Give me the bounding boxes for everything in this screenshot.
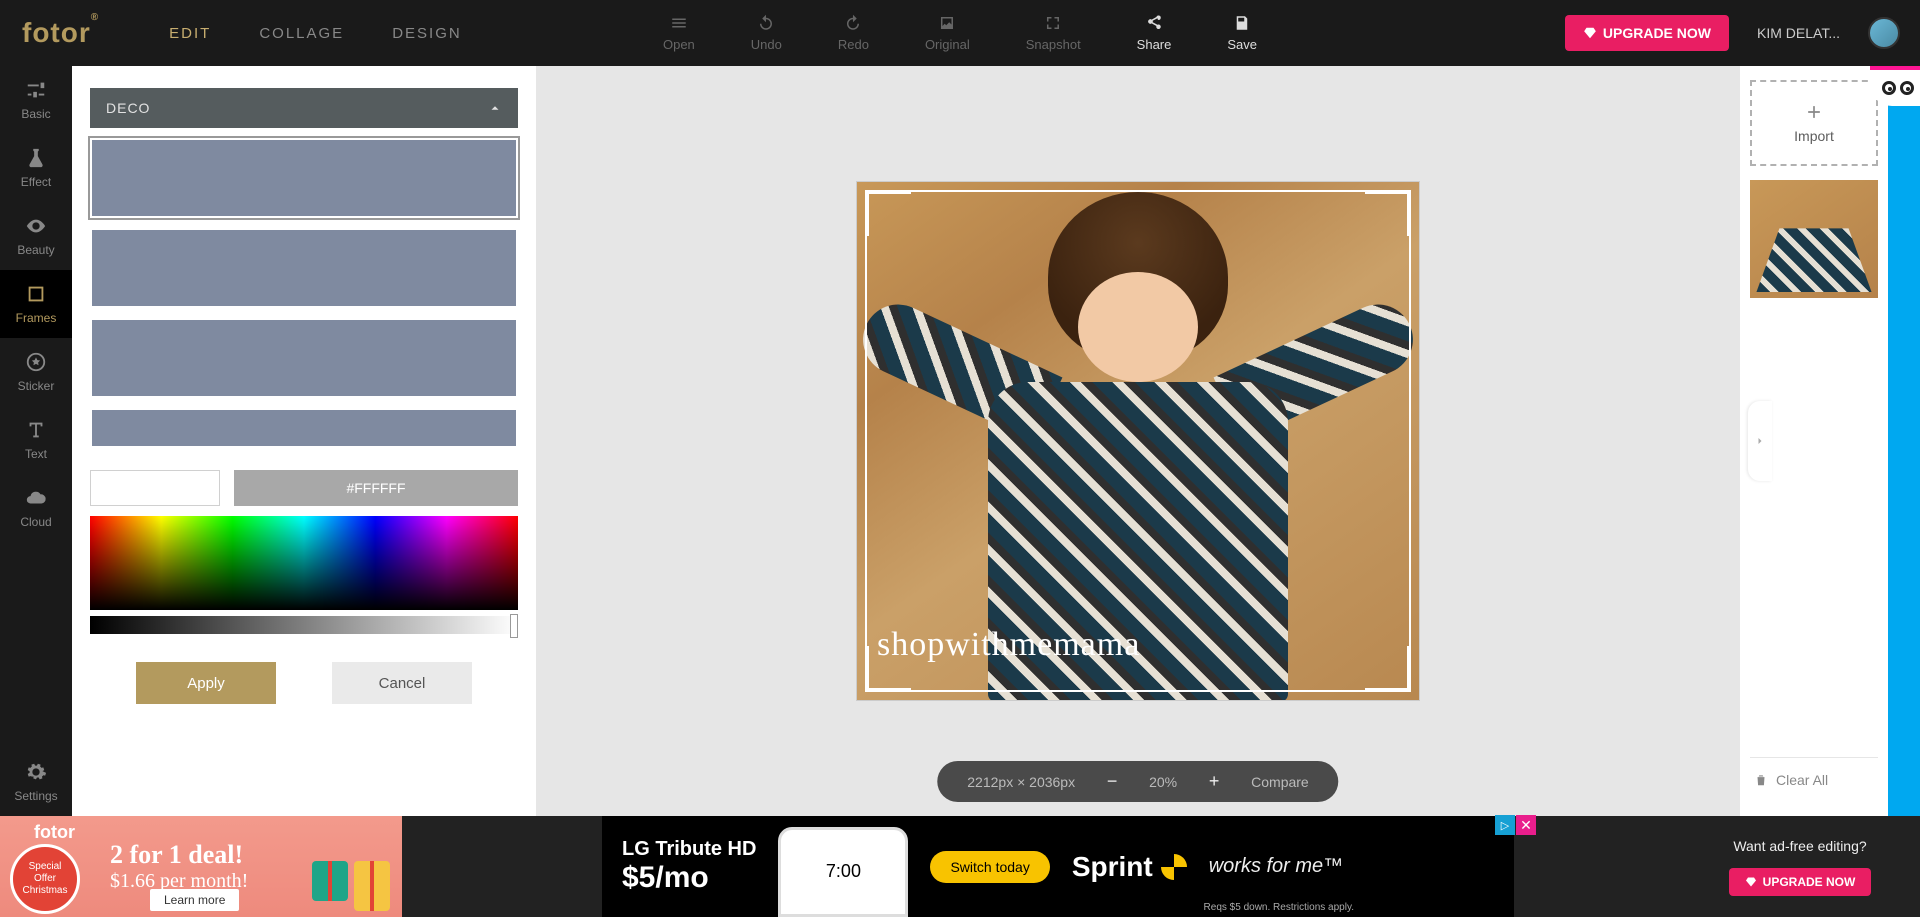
- options-panel: DECO #FFFFFF Apply Cancel: [72, 66, 536, 816]
- zoom-out-button[interactable]: −: [1103, 771, 1121, 792]
- frame-option-2[interactable]: [90, 228, 518, 308]
- frame-option-3[interactable]: [90, 318, 518, 398]
- chevron-up-icon: [488, 101, 502, 115]
- diamond-icon: [1745, 876, 1757, 888]
- hootsuite-extension-icon[interactable]: [1870, 66, 1920, 106]
- original-button[interactable]: Original: [917, 14, 978, 52]
- canvas-area: shopwithmemama 2212px × 2036px − 20% + C…: [536, 66, 1740, 816]
- ad-close-button[interactable]: ✕: [1516, 815, 1536, 835]
- flask-icon: [25, 147, 47, 169]
- username-label[interactable]: KIM DELAT...: [1757, 25, 1840, 41]
- rail-settings[interactable]: Settings: [0, 748, 72, 816]
- clear-all-button[interactable]: Clear All: [1750, 757, 1878, 802]
- frame-option-1[interactable]: [90, 138, 518, 218]
- upgrade-button[interactable]: UPGRADE NOW: [1565, 15, 1729, 51]
- learn-more-button[interactable]: Learn more: [150, 889, 239, 911]
- ad-brand: Sprint: [1072, 851, 1187, 883]
- brightness-slider[interactable]: [90, 616, 518, 634]
- canvas-image[interactable]: shopwithmemama: [857, 182, 1419, 700]
- save-icon: [1233, 14, 1251, 32]
- toolbar: Open Undo Redo Original Snapshot Share S…: [655, 14, 1265, 52]
- trash-icon: [1754, 773, 1768, 787]
- image-icon: [938, 14, 956, 32]
- mode-tabs: EDIT COLLAGE DESIGN: [169, 25, 462, 42]
- ad-phone-image: [778, 827, 908, 917]
- diamond-icon: [1583, 26, 1597, 40]
- gift-icons: [312, 861, 390, 911]
- cancel-button[interactable]: Cancel: [332, 662, 472, 704]
- promo-badge: SpecialOfferChristmas: [10, 844, 80, 914]
- ad-tagline: works for me™: [1209, 855, 1343, 878]
- color-swatch[interactable]: [90, 470, 220, 506]
- save-button[interactable]: Save: [1219, 14, 1265, 52]
- bottom-bar: fotor SpecialOfferChristmas 2 for 1 deal…: [0, 816, 1920, 917]
- snapshot-button[interactable]: Snapshot: [1018, 14, 1089, 52]
- rail-text[interactable]: Text: [0, 406, 72, 474]
- logo: fotor®: [22, 17, 99, 49]
- promo-logo: fotor: [34, 822, 75, 843]
- ad-switch-button[interactable]: Switch today: [930, 851, 1049, 883]
- collapse-right-panel[interactable]: [1748, 401, 1772, 481]
- category-header[interactable]: DECO: [90, 88, 518, 128]
- star-icon: [25, 351, 47, 373]
- watermark-text: shopwithmemama: [877, 626, 1140, 664]
- eye-icon: [25, 215, 47, 237]
- cloud-icon: [25, 487, 47, 509]
- undo-button[interactable]: Undo: [743, 14, 790, 52]
- sprint-logo-icon: [1161, 854, 1187, 880]
- rail-basic[interactable]: Basic: [0, 66, 72, 134]
- frame-icon: [25, 283, 47, 305]
- left-rail: Basic Effect Beauty Frames Sticker Text …: [0, 66, 72, 816]
- zoom-bar: 2212px × 2036px − 20% + Compare: [937, 761, 1338, 802]
- redo-icon: [844, 14, 862, 32]
- chevron-right-icon: [1754, 435, 1766, 447]
- gear-icon: [25, 761, 47, 783]
- hamburger-icon: [670, 14, 688, 32]
- footer-upsell: Want ad-free editing? UPGRADE NOW: [1680, 816, 1920, 917]
- zoom-value: 20%: [1149, 774, 1177, 790]
- open-button[interactable]: Open: [655, 14, 703, 52]
- rail-cloud[interactable]: Cloud: [0, 474, 72, 542]
- top-bar: fotor® EDIT COLLAGE DESIGN Open Undo Red…: [0, 0, 1920, 66]
- share-icon: [1145, 14, 1163, 32]
- text-icon: [25, 419, 47, 441]
- rail-effect[interactable]: Effect: [0, 134, 72, 202]
- footer-upgrade-button[interactable]: UPGRADE NOW: [1729, 868, 1872, 896]
- frame-option-4[interactable]: [90, 408, 518, 448]
- right-strip: Import Clear All: [1740, 66, 1920, 816]
- apply-button[interactable]: Apply: [136, 662, 276, 704]
- snapshot-icon: [1044, 14, 1062, 32]
- rail-frames[interactable]: Frames: [0, 270, 72, 338]
- ad-info-icon[interactable]: ▷: [1495, 815, 1515, 835]
- promo-text: 2 for 1 deal! $1.66 per month!: [110, 840, 248, 893]
- mode-edit[interactable]: EDIT: [169, 25, 211, 42]
- redo-button[interactable]: Redo: [830, 14, 877, 52]
- plus-icon: [1804, 102, 1824, 122]
- hex-value-button[interactable]: #FFFFFF: [234, 470, 518, 506]
- undo-icon: [757, 14, 775, 32]
- sliders-icon: [25, 79, 47, 101]
- ad-text: LG Tribute HD $5/mo: [622, 838, 756, 895]
- compare-button[interactable]: Compare: [1251, 774, 1309, 790]
- color-gradient-picker[interactable]: [90, 516, 518, 610]
- rail-beauty[interactable]: Beauty: [0, 202, 72, 270]
- library-thumbnail[interactable]: [1750, 180, 1878, 298]
- upsell-question: Want ad-free editing?: [1733, 838, 1866, 854]
- mode-collage[interactable]: COLLAGE: [259, 25, 344, 42]
- dimensions-label: 2212px × 2036px: [967, 774, 1075, 790]
- rail-sticker[interactable]: Sticker: [0, 338, 72, 406]
- zoom-in-button[interactable]: +: [1205, 771, 1223, 792]
- promo-banner[interactable]: fotor SpecialOfferChristmas 2 for 1 deal…: [0, 816, 402, 917]
- share-button[interactable]: Share: [1129, 14, 1180, 52]
- top-right: UPGRADE NOW KIM DELAT...: [1565, 15, 1900, 51]
- import-button[interactable]: Import: [1750, 80, 1878, 166]
- mode-design[interactable]: DESIGN: [392, 25, 462, 42]
- ad-fineprint: Reqs $5 down. Restrictions apply.: [1204, 902, 1354, 913]
- advertisement[interactable]: LG Tribute HD $5/mo Switch today Sprint …: [602, 816, 1514, 917]
- avatar[interactable]: [1868, 17, 1900, 49]
